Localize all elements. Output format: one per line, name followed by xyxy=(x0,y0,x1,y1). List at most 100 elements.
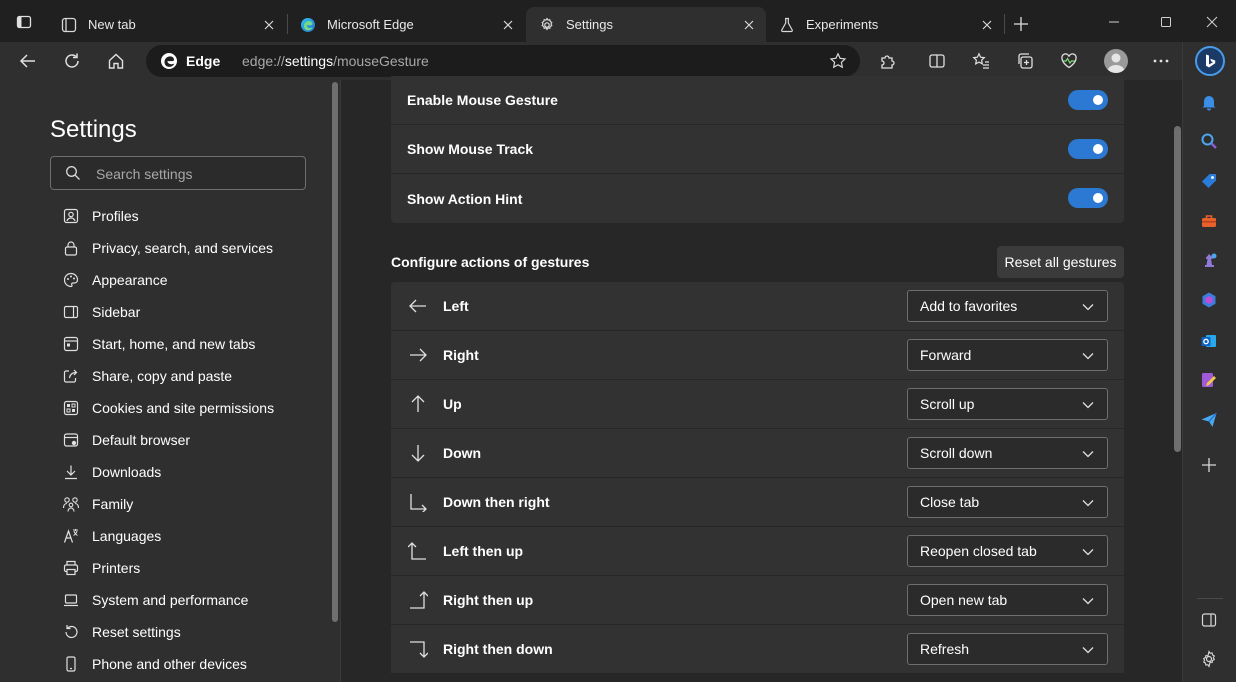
main-scrollbar-thumb[interactable] xyxy=(1174,126,1181,452)
collections-button[interactable] xyxy=(1009,47,1041,75)
split-screen-icon xyxy=(929,54,945,68)
sidebar-item-printers[interactable]: Printers xyxy=(62,554,140,582)
sidebar-games-button[interactable] xyxy=(1198,249,1220,271)
sidebar-notifications-button[interactable] xyxy=(1198,91,1220,113)
sidebar-shopping-button[interactable] xyxy=(1198,170,1220,192)
puzzle-icon xyxy=(881,55,895,69)
extensions-button[interactable] xyxy=(872,47,904,75)
tab-title: Experiments xyxy=(806,17,879,32)
chevron-down-icon xyxy=(1082,500,1094,507)
settings-nav-panel: Settings Search settings Profiles Privac… xyxy=(0,80,340,682)
sidebar-item-privacy[interactable]: Privacy, search, and services xyxy=(62,234,273,262)
sidebar-item-profiles[interactable]: Profiles xyxy=(62,202,139,230)
sidebar-item-cookies[interactable]: Cookies and site permissions xyxy=(62,394,274,422)
sidebar-item-downloads[interactable]: Downloads xyxy=(62,458,161,486)
close-tab-icon[interactable] xyxy=(740,16,758,34)
sidebar-item-system[interactable]: System and performance xyxy=(62,586,248,614)
sidebar-item-sidebar[interactable]: Sidebar xyxy=(62,298,140,326)
settings-and-more-button[interactable] xyxy=(1145,47,1177,75)
gesture-action-select[interactable]: Reopen closed tab xyxy=(907,535,1108,567)
toggle-row-show-mouse-track: Show Mouse Track xyxy=(391,125,1124,174)
gesture-action-select[interactable]: Open new tab xyxy=(907,584,1108,616)
url-scheme: edge:// xyxy=(242,53,285,69)
sidebar-item-start-home[interactable]: Start, home, and new tabs xyxy=(62,330,255,358)
sidebar-microsoft365-button[interactable] xyxy=(1198,289,1220,311)
new-tab-button[interactable] xyxy=(1008,11,1034,37)
favorites-button[interactable] xyxy=(965,47,997,75)
chevron-down-icon xyxy=(1082,549,1094,556)
sidebar-item-family[interactable]: Family xyxy=(62,490,133,518)
gesture-label: Left xyxy=(443,298,469,314)
sidebar-item-appearance[interactable]: Appearance xyxy=(62,266,168,294)
nav-scrollbar[interactable] xyxy=(331,80,339,682)
gesture-row-right: Right Forward xyxy=(391,331,1124,380)
minimize-button[interactable] xyxy=(1100,10,1128,34)
search-placeholder: Search settings xyxy=(96,166,193,182)
sidebar-item-default-browser[interactable]: Default browser xyxy=(62,426,190,454)
refresh-button[interactable] xyxy=(56,47,88,75)
collections-icon xyxy=(1018,53,1033,69)
sidebar-item-label: Downloads xyxy=(92,464,162,480)
toolbox-icon xyxy=(1202,215,1216,227)
main-scrollbar[interactable] xyxy=(1173,80,1183,682)
minimize-icon xyxy=(1109,21,1119,23)
tab-new-tab[interactable]: New tab xyxy=(48,7,286,42)
gesture-action-select[interactable]: Refresh xyxy=(907,633,1108,665)
maximize-button[interactable] xyxy=(1152,10,1180,34)
sidebar-item-share[interactable]: Share, copy and paste xyxy=(62,362,232,390)
sidebar-item-label: Start, home, and new tabs xyxy=(92,336,256,352)
nav-scrollbar-thumb[interactable] xyxy=(332,82,338,622)
tab-microsoft-edge[interactable]: Microsoft Edge xyxy=(287,7,525,42)
split-screen-button[interactable] xyxy=(921,47,953,75)
close-tab-icon[interactable] xyxy=(260,16,278,34)
sidebar-search-button[interactable] xyxy=(1198,130,1220,152)
chess-piece-icon xyxy=(1205,253,1217,267)
sidebar-item-label: Reset settings xyxy=(92,624,181,640)
show-mouse-track-toggle[interactable] xyxy=(1068,139,1108,159)
close-window-button[interactable] xyxy=(1198,10,1226,34)
close-tab-icon[interactable] xyxy=(499,16,517,34)
plus-icon xyxy=(1202,458,1216,472)
favorite-star-icon[interactable] xyxy=(828,51,848,71)
sidebar-item-phone[interactable]: Phone and other devices xyxy=(62,650,247,678)
browser-essentials-button[interactable] xyxy=(1053,47,1085,75)
gesture-action-select[interactable]: Close tab xyxy=(907,486,1108,518)
family-icon xyxy=(62,495,80,513)
home-button[interactable] xyxy=(100,47,132,75)
sidebar-send-button[interactable] xyxy=(1198,409,1220,431)
gesture-action-select[interactable]: Forward xyxy=(907,339,1108,371)
tab-actions-button[interactable] xyxy=(6,6,42,38)
sidebar-outlook-button[interactable] xyxy=(1198,330,1220,352)
toggle-label: Show Action Hint xyxy=(407,190,523,207)
address-bar[interactable]: Edge edge://settings/mouseGesture xyxy=(146,45,860,77)
select-value: Forward xyxy=(920,347,972,363)
enable-mouse-gesture-toggle[interactable] xyxy=(1068,90,1108,110)
gesture-label: Left then up xyxy=(443,543,524,559)
profile-avatar[interactable] xyxy=(1104,49,1128,73)
hide-sidebar-button[interactable] xyxy=(1198,609,1220,631)
share-icon xyxy=(62,367,80,385)
reset-all-gestures-button[interactable]: Reset all gestures xyxy=(997,246,1124,278)
sidebar-item-label: Share, copy and paste xyxy=(92,368,233,384)
bing-chat-button[interactable] xyxy=(1195,46,1225,76)
sidebar-item-languages[interactable]: Languages xyxy=(62,522,161,550)
show-action-hint-toggle[interactable] xyxy=(1068,188,1108,208)
sidebar-item-label: Sidebar xyxy=(92,304,141,320)
sidebar-tools-button[interactable] xyxy=(1198,210,1220,232)
url-text[interactable]: edge://settings/mouseGesture xyxy=(242,53,429,69)
close-tab-icon[interactable] xyxy=(978,16,996,34)
sidebar-item-label: Printers xyxy=(92,560,141,576)
chevron-down-icon xyxy=(1082,353,1094,360)
gesture-action-select[interactable]: Scroll up xyxy=(907,388,1108,420)
sidebar-add-button[interactable] xyxy=(1198,454,1220,476)
gesture-action-select[interactable]: Scroll down xyxy=(907,437,1108,469)
arrow-down-right-icon xyxy=(407,491,429,513)
search-settings-input[interactable]: Search settings xyxy=(50,156,306,190)
gesture-action-select[interactable]: Add to favorites xyxy=(907,290,1108,322)
sidebar-drop-button[interactable] xyxy=(1198,369,1220,391)
sidebar-settings-button[interactable] xyxy=(1198,648,1220,670)
tab-experiments[interactable]: Experiments xyxy=(766,7,1004,42)
tab-settings[interactable]: Settings xyxy=(526,7,766,42)
sidebar-item-reset[interactable]: Reset settings xyxy=(62,618,181,646)
back-button[interactable] xyxy=(12,47,44,75)
